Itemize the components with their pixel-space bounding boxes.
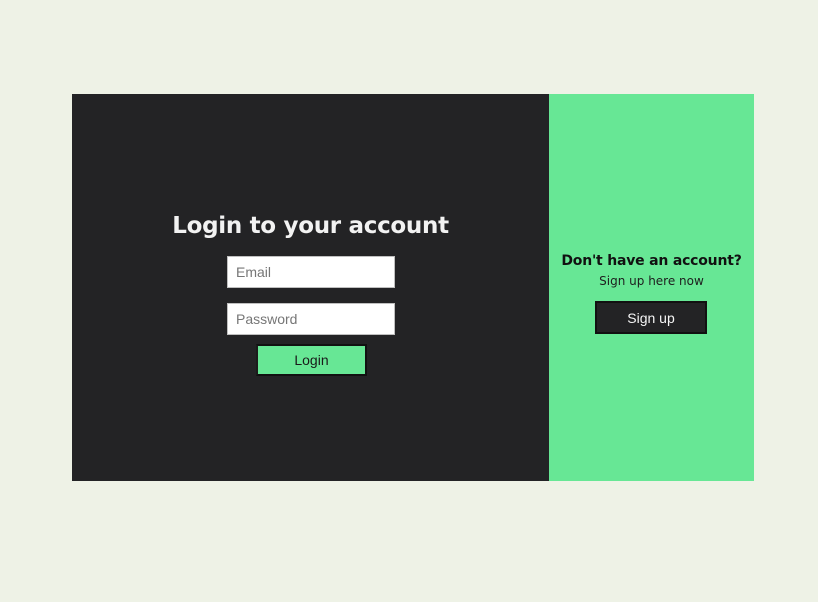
login-panel: Login to your account Login (72, 94, 549, 481)
signup-button[interactable]: Sign up (595, 301, 707, 334)
auth-card: Login to your account Login Don't have a… (72, 94, 754, 481)
email-field[interactable] (227, 256, 395, 288)
login-button[interactable]: Login (256, 344, 367, 376)
signup-subtitle: Sign up here now (599, 274, 704, 288)
login-title: Login to your account (172, 213, 449, 239)
signup-title: Don't have an account? (561, 253, 742, 269)
signup-panel: Don't have an account? Sign up here now … (549, 94, 754, 481)
password-field[interactable] (227, 303, 395, 335)
